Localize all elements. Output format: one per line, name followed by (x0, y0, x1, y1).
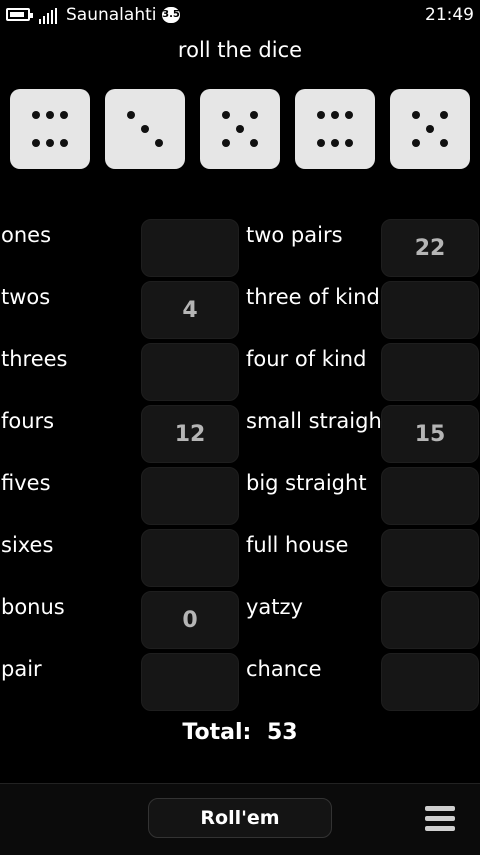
battery-icon (6, 8, 33, 21)
die-pip (440, 139, 448, 147)
score-label: four of kind (246, 347, 367, 371)
die-pip (155, 139, 163, 147)
menu-icon[interactable] (425, 806, 455, 832)
die-pip (426, 125, 434, 133)
die-pip (222, 139, 230, 147)
score-box[interactable] (381, 591, 479, 649)
die-pip (250, 139, 258, 147)
score-label: chance (246, 657, 322, 681)
roll-button[interactable]: Roll'em (148, 798, 332, 838)
die-pip (317, 111, 325, 119)
die-pip (141, 125, 149, 133)
score-box[interactable] (381, 281, 479, 339)
operator-name: Saunalahti (66, 5, 157, 25)
die-pip (60, 139, 68, 147)
die-pip (412, 111, 420, 119)
score-box[interactable] (141, 529, 239, 587)
score-box[interactable] (141, 467, 239, 525)
die-pip (412, 139, 420, 147)
score-label: twos (1, 285, 51, 309)
score-box[interactable] (381, 653, 479, 711)
die-pip (60, 111, 68, 119)
die-pip (331, 139, 339, 147)
die-pip (250, 111, 258, 119)
score-label: yatzy (246, 595, 303, 619)
die-4[interactable] (295, 89, 375, 169)
score-box[interactable] (141, 653, 239, 711)
score-label: fives (1, 471, 51, 495)
dice-row (10, 89, 470, 169)
score-box[interactable]: 0 (141, 591, 239, 649)
die-2[interactable] (105, 89, 185, 169)
score-label: full house (246, 533, 349, 557)
score-box[interactable] (381, 529, 479, 587)
total-value: 53 (266, 720, 298, 745)
total-label: Total: (182, 720, 252, 745)
clock: 21:49 (425, 5, 474, 25)
score-label: small straight (246, 409, 390, 433)
die-pip (345, 139, 353, 147)
score-box[interactable] (141, 219, 239, 277)
score-box[interactable] (381, 343, 479, 401)
signal-icon (39, 8, 61, 24)
page-title: roll the dice (177, 38, 303, 62)
die-pip (331, 111, 339, 119)
die-1[interactable] (10, 89, 90, 169)
score-label: bonus (1, 595, 65, 619)
die-3[interactable] (200, 89, 280, 169)
die-pip (440, 111, 448, 119)
score-box[interactable] (381, 467, 479, 525)
die-pip (46, 111, 54, 119)
score-label: three of kind (246, 285, 380, 309)
score-label: two pairs (246, 223, 343, 247)
die-pip (32, 139, 40, 147)
die-pip (236, 125, 244, 133)
network-type-badge: 3.5 (162, 7, 180, 23)
score-box[interactable]: 12 (141, 405, 239, 463)
die-5[interactable] (390, 89, 470, 169)
status-bar: Saunalahti 3.5 21:49 (0, 0, 480, 32)
die-pip (222, 111, 230, 119)
die-pip (46, 139, 54, 147)
die-pip (32, 111, 40, 119)
score-label: fours (1, 409, 55, 433)
score-label: threes (1, 347, 68, 371)
score-label: ones (1, 223, 52, 247)
score-label: pair (1, 657, 42, 681)
die-pip (127, 111, 135, 119)
die-pip (317, 139, 325, 147)
score-box[interactable]: 4 (141, 281, 239, 339)
score-box[interactable] (141, 343, 239, 401)
total-score: Total: 53 (0, 720, 480, 745)
score-label: big straight (246, 471, 367, 495)
score-box[interactable]: 22 (381, 219, 479, 277)
die-pip (345, 111, 353, 119)
score-box[interactable]: 15 (381, 405, 479, 463)
bottom-toolbar: Roll'em (0, 783, 480, 855)
score-label: sixes (1, 533, 54, 557)
